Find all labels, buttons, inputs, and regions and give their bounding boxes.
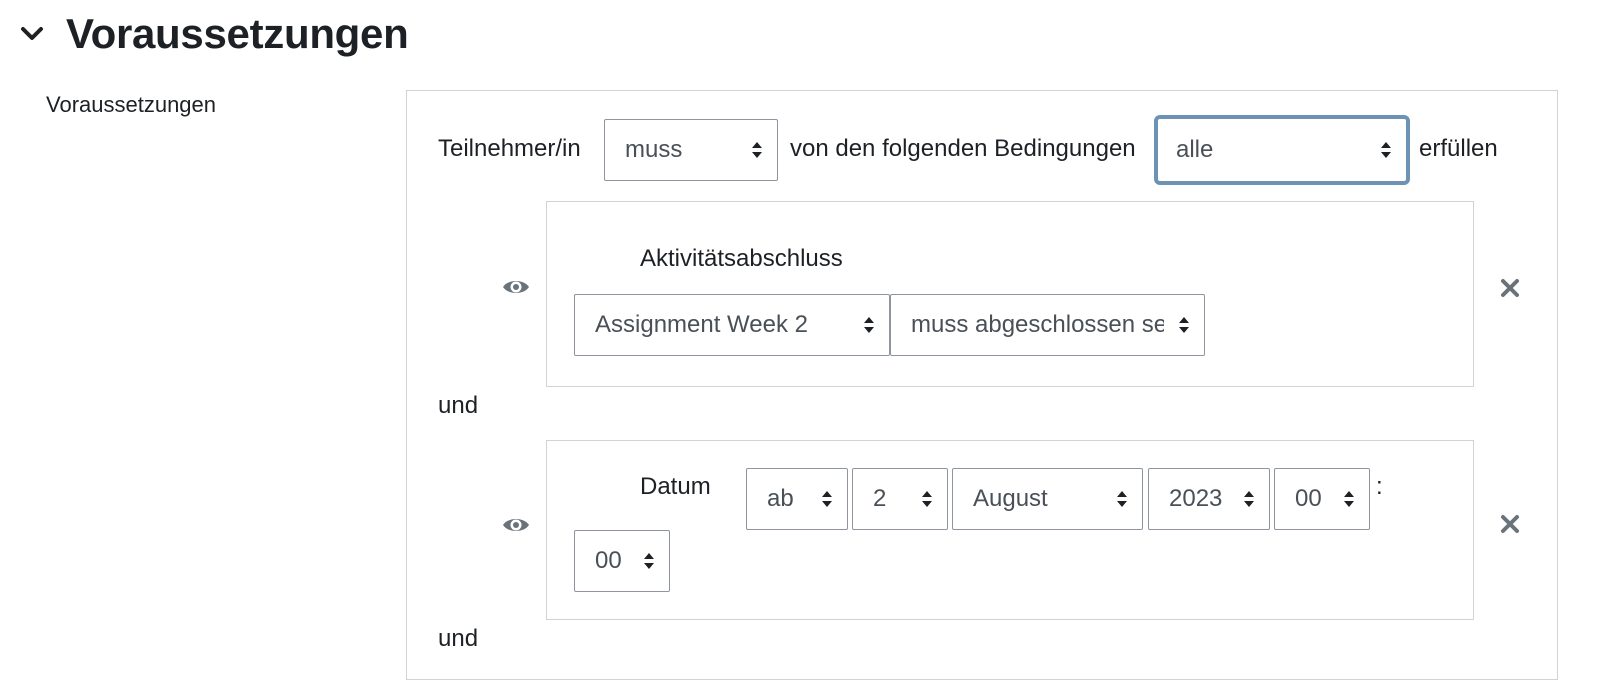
- eye-icon[interactable]: [502, 515, 530, 535]
- sort-arrows-icon: [1179, 317, 1189, 333]
- condition-type-label: Aktivitätsabschluss: [640, 245, 843, 272]
- field-label: Voraussetzungen: [46, 92, 217, 117]
- condition-type-label: Datum: [640, 473, 711, 500]
- year-select[interactable]: 2023: [1148, 468, 1270, 530]
- scope-select[interactable]: alle: [1154, 115, 1410, 185]
- completion-state-value: muss abgeschlossen sein: [911, 311, 1164, 338]
- activity-select[interactable]: Assignment Week 2: [574, 294, 890, 356]
- sort-arrows-icon: [1244, 491, 1254, 507]
- rule-middle: von den folgenden Bedingungen: [790, 135, 1136, 162]
- chevron-down-icon[interactable]: [18, 20, 46, 48]
- eye-icon[interactable]: [502, 277, 530, 297]
- sort-arrows-icon: [644, 553, 654, 569]
- connector-label: und: [438, 625, 479, 652]
- sort-arrows-icon: [864, 317, 874, 333]
- must-select[interactable]: muss: [604, 119, 778, 181]
- sort-arrows-icon: [822, 491, 832, 507]
- connector-label: und: [438, 392, 479, 419]
- hour-select-value: 00: [1295, 485, 1322, 512]
- activity-select-value: Assignment Week 2: [595, 311, 808, 338]
- day-select-value: 2: [873, 485, 887, 512]
- date-direction-select[interactable]: ab: [746, 468, 848, 530]
- day-select[interactable]: 2: [852, 468, 948, 530]
- time-separator: :: [1376, 473, 1383, 500]
- sort-arrows-icon: [1381, 142, 1391, 158]
- sort-arrows-icon: [1117, 491, 1127, 507]
- rule-suffix: erfüllen: [1419, 135, 1498, 162]
- minute-select-value: 00: [595, 547, 622, 574]
- condition-date: [546, 440, 1474, 620]
- sort-arrows-icon: [1344, 491, 1354, 507]
- section-title: Voraussetzungen: [66, 10, 409, 57]
- scope-select-value: alle: [1176, 136, 1214, 163]
- hour-select[interactable]: 00: [1274, 468, 1370, 530]
- section-header[interactable]: Voraussetzungen: [18, 4, 409, 64]
- month-select[interactable]: August: [952, 468, 1143, 530]
- rule-prefix: Teilnehmer/in: [438, 135, 581, 162]
- sort-arrows-icon: [922, 491, 932, 507]
- must-select-value: muss: [625, 136, 683, 163]
- year-select-value: 2023: [1169, 485, 1223, 512]
- close-icon[interactable]: [1500, 514, 1520, 534]
- completion-state-select[interactable]: muss abgeschlossen sein: [890, 294, 1205, 356]
- month-select-value: August: [973, 485, 1048, 512]
- sort-arrows-icon: [752, 142, 762, 158]
- close-icon[interactable]: [1500, 278, 1520, 298]
- minute-select[interactable]: 00: [574, 530, 670, 592]
- date-direction-value: ab: [767, 485, 794, 512]
